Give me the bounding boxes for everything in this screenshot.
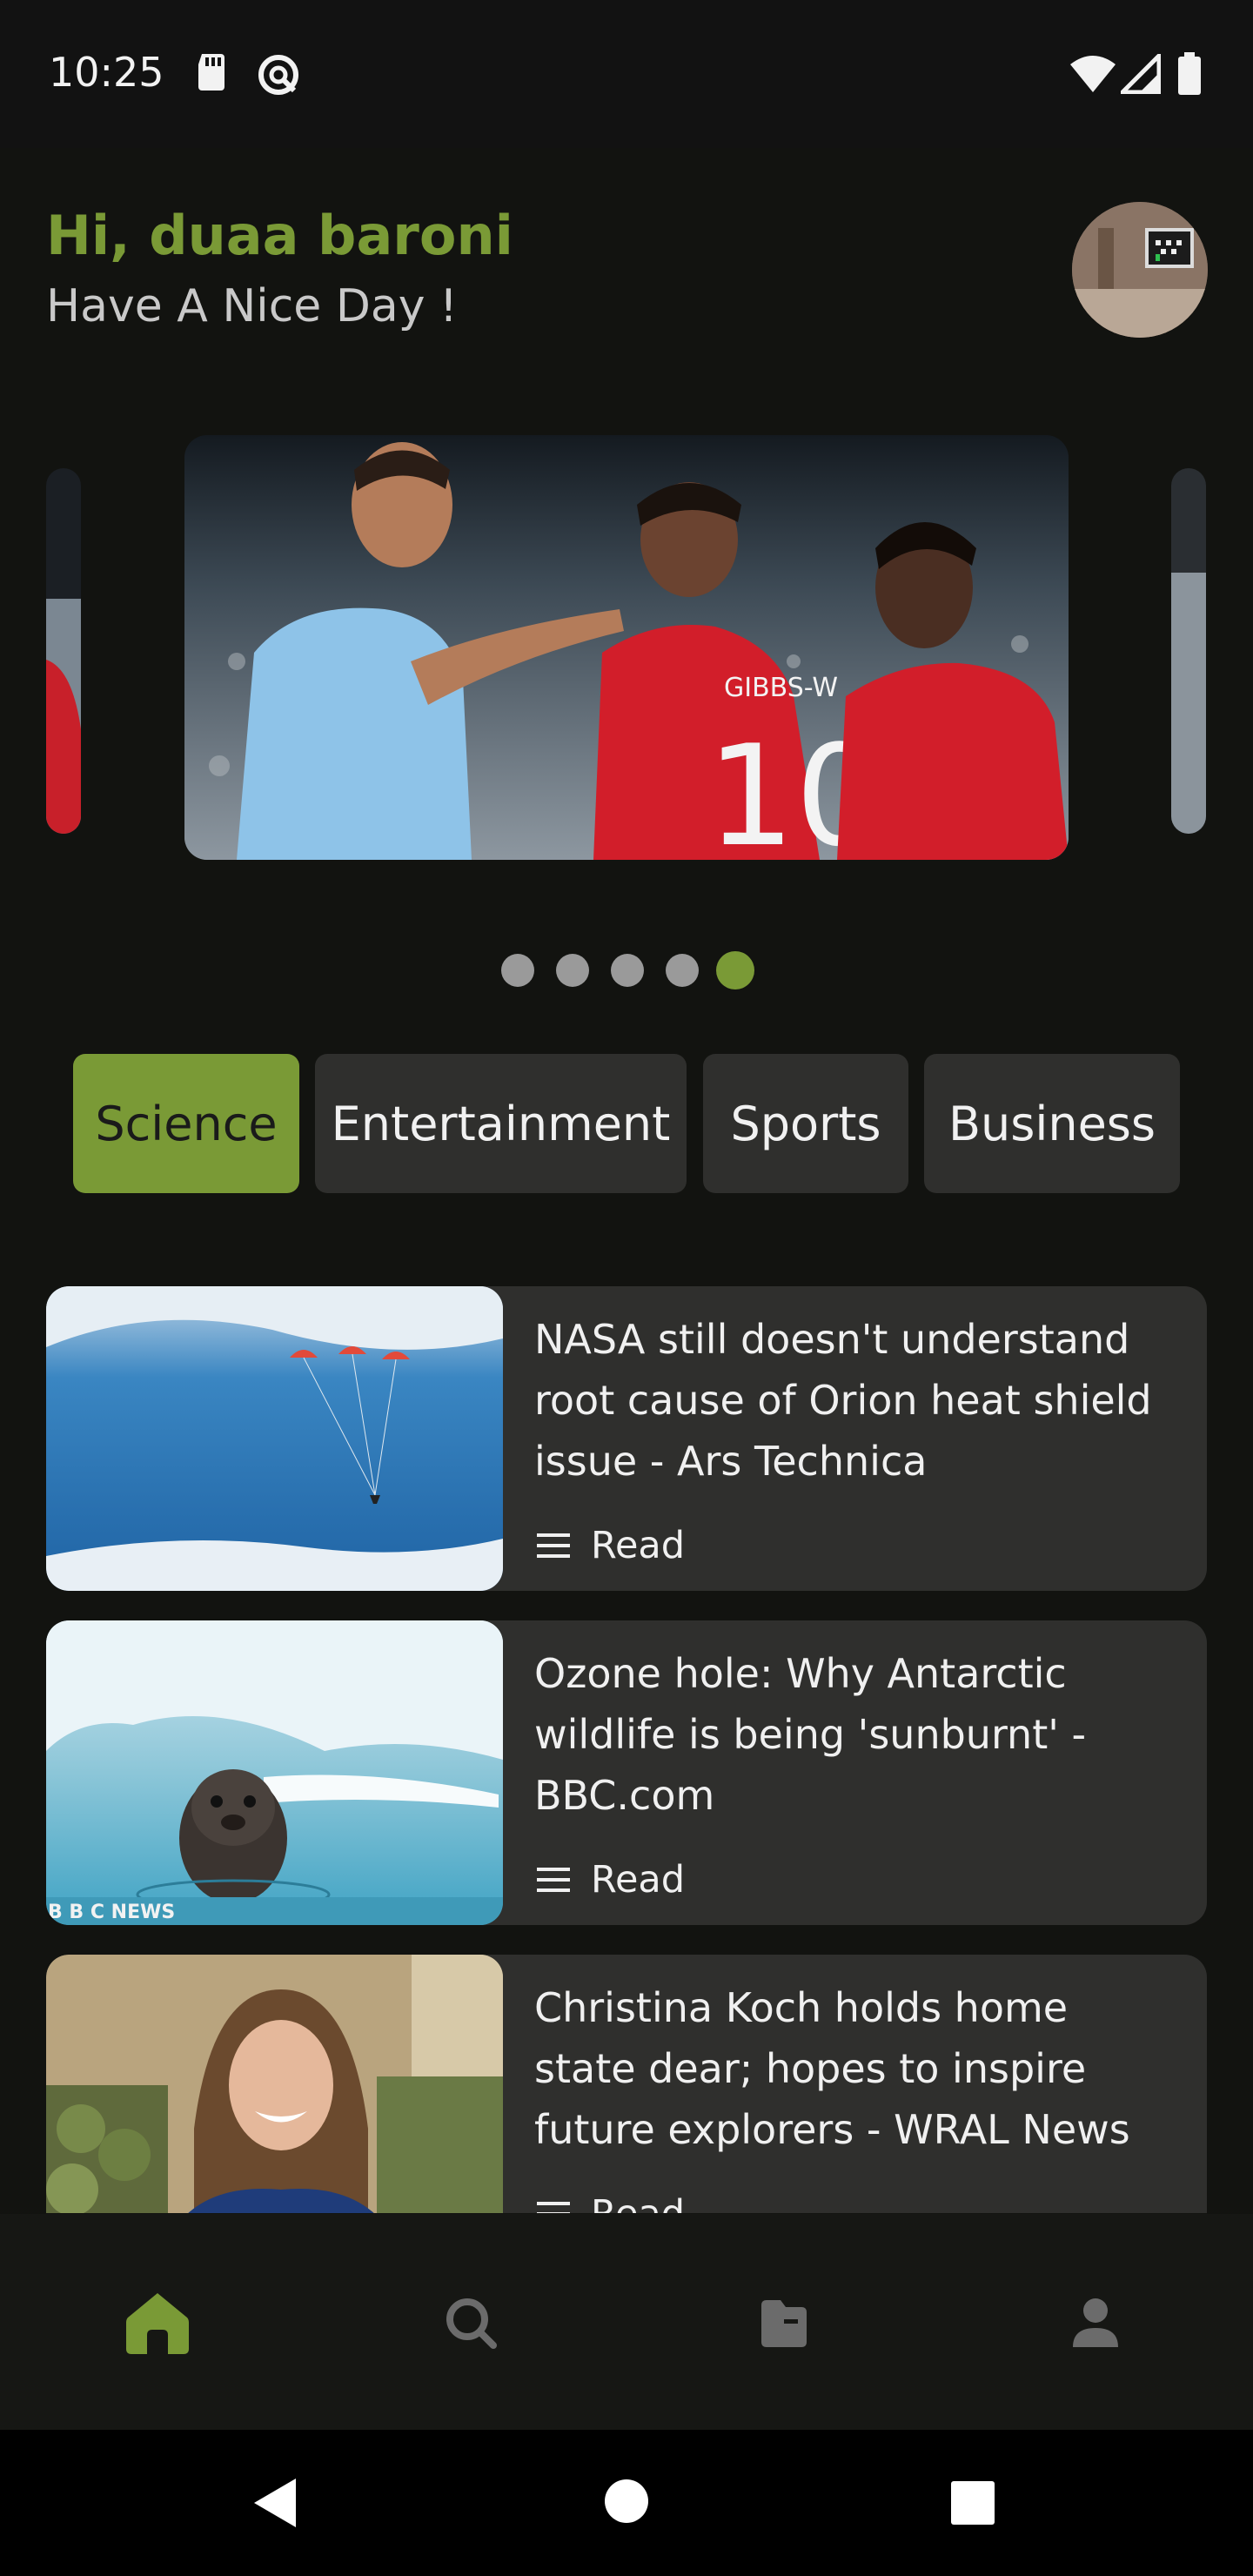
christina-koch-image [46,1955,503,2213]
system-navigation-bar [0,2430,1253,2576]
news-title[interactable]: Ozone hole: Why Antarctic wildlife is be… [534,1643,1178,1826]
orion-parachutes-image [46,1286,503,1591]
carousel-slide-next[interactable] [1171,468,1206,834]
svg-text:B B C NEWS: B B C NEWS [48,1902,175,1923]
nav-search[interactable] [432,2284,510,2362]
news-list[interactable]: NASA still doesn't understand root cause… [0,1271,1253,2213]
slide-prev-image [46,468,81,834]
status-bar: 10:25 [0,0,1253,148]
tab-entertainment[interactable]: Entertainment [315,1054,687,1193]
status-time: 10:25 [49,49,164,96]
pagination-dot[interactable] [666,954,699,987]
nav-saved[interactable] [745,2284,823,2362]
read-button[interactable]: Read [537,1854,685,1906]
person-icon [1073,2298,1118,2347]
read-button[interactable]: Read [537,2188,685,2213]
back-icon[interactable] [252,2477,298,2529]
battery-icon [1178,52,1201,95]
pagination-dot[interactable] [501,954,534,987]
news-thumbnail: B B C NEWS [46,1620,503,1925]
avatar-image [1072,202,1208,338]
data-saver-icon [258,55,298,95]
home-circle-icon[interactable] [604,2479,649,2524]
svg-text:GIBBS-W: GIBBS-W [724,673,838,703]
news-card[interactable]: Christina Koch holds home state dear; ho… [46,1955,1207,2213]
news-card[interactable]: NASA still doesn't understand root cause… [46,1286,1207,1591]
nav-home[interactable] [118,2284,197,2362]
slide-next-image [1171,468,1206,834]
cell-signal-icon [1121,54,1161,94]
home-icon [126,2293,189,2354]
antarctic-seal-image: B B C NEWS [46,1620,503,1925]
pagination-dot[interactable] [611,954,644,987]
profile-avatar[interactable] [1072,202,1208,338]
read-label: Read [591,1858,686,1902]
news-title[interactable]: NASA still doesn't understand root cause… [534,1309,1178,1492]
greeting-title: Hi, duaa baroni [46,204,513,267]
greeting-subtitle: Have A Nice Day ! [46,280,458,332]
tab-science[interactable]: Science [73,1054,299,1193]
read-label: Read [591,2192,685,2213]
menu-lines-icon [537,1868,570,1892]
read-button[interactable]: Read [537,1519,685,1572]
tab-sports[interactable]: Sports [703,1054,908,1193]
news-thumbnail [46,1286,503,1591]
read-label: Read [591,1524,686,1567]
carousel-slide-main[interactable]: GIBBS-W 10 [184,435,1069,860]
news-carousel[interactable]: GIBBS-W 10 [0,435,1253,862]
nav-profile[interactable] [1056,2284,1135,2362]
carousel-slide-prev[interactable] [46,468,81,834]
menu-lines-icon [537,2202,570,2213]
slide-main-image: GIBBS-W 10 [184,435,1069,860]
search-icon [446,2298,497,2349]
tab-business[interactable]: Business [924,1054,1180,1193]
wifi-icon [1070,56,1116,92]
recents-icon[interactable] [950,2480,995,2526]
news-card[interactable]: B B C NEWS Ozone hole: Why Antarctic wil… [46,1620,1207,1925]
bottom-navigation [0,2214,1253,2430]
pagination-dot[interactable] [556,954,589,987]
news-thumbnail [46,1955,503,2213]
menu-lines-icon [537,1533,570,1558]
pagination-dot-active[interactable] [716,951,754,989]
news-title[interactable]: Christina Koch holds home state dear; ho… [534,1977,1178,2160]
sd-card-icon [198,54,224,91]
folder-icon [761,2300,807,2347]
